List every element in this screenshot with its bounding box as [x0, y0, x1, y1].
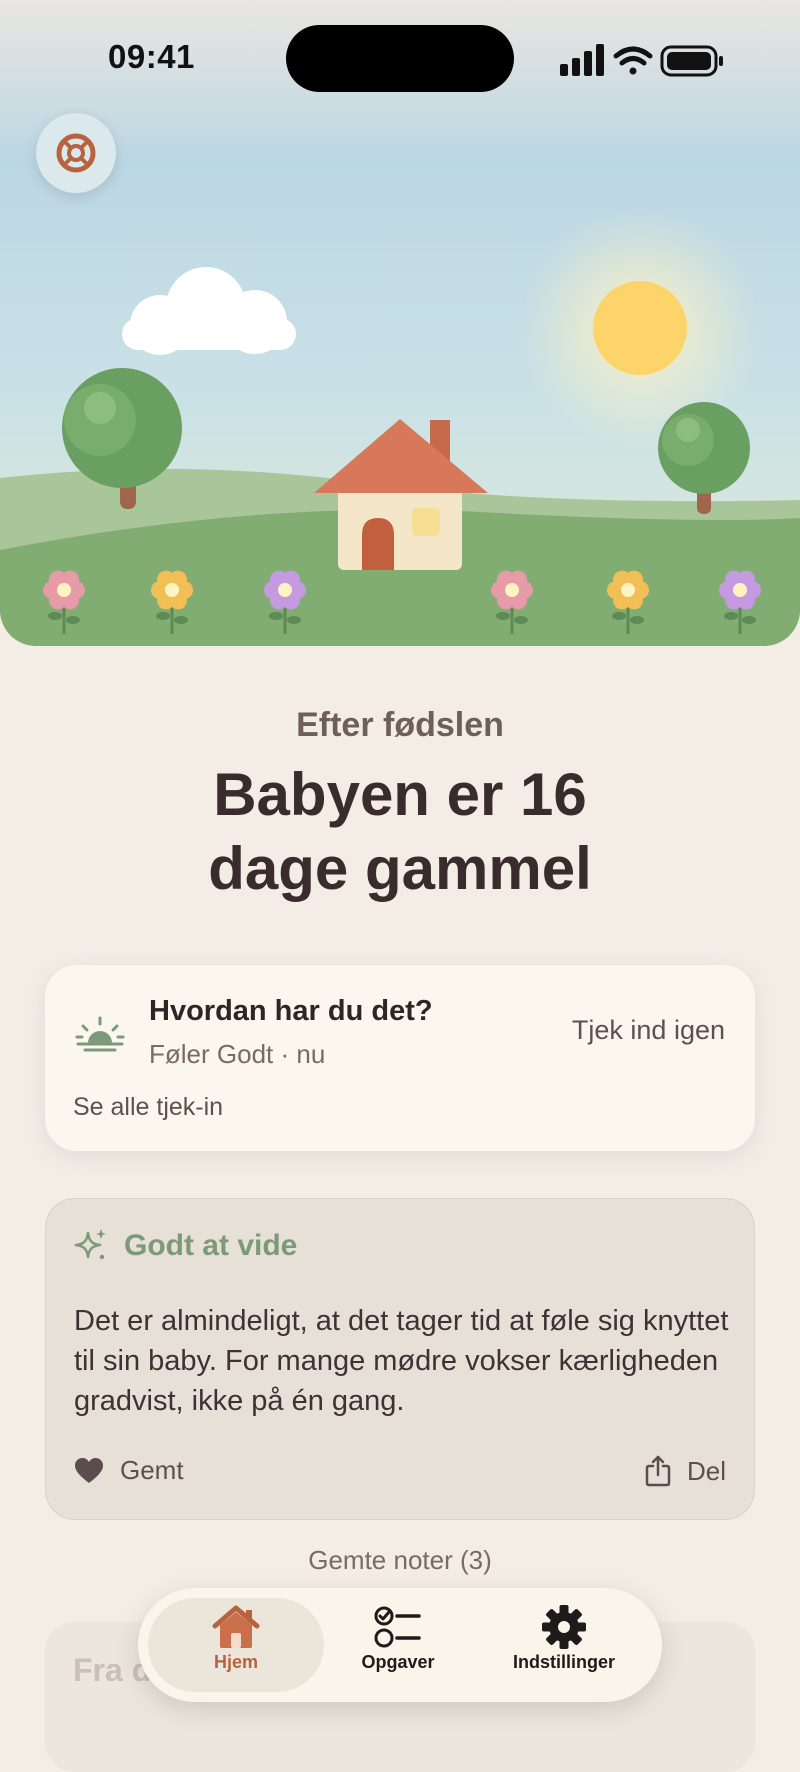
saved-notes-link[interactable]: Gemte noter (3) — [0, 1545, 800, 1576]
checkin-status: Føler Godt · nu — [149, 1039, 326, 1069]
sun — [593, 281, 687, 375]
see-all-checkins-link[interactable]: Se alle tjek-in — [73, 1093, 223, 1122]
saved-label: Gemt — [120, 1455, 184, 1485]
share-label: Del — [686, 1455, 726, 1486]
info-card-header: Godt at vide — [74, 1227, 297, 1265]
checkin-card[interactable]: Hvordan har du det? Føler Godt · nu Tjek… — [45, 965, 755, 1151]
tab-tasks[interactable]: Opgaver — [318, 1604, 478, 1688]
share-button[interactable]: Del — [645, 1455, 726, 1487]
tab-settings-label: Indstillinger — [512, 1652, 615, 1672]
tab-settings[interactable]: Indstillinger — [484, 1604, 644, 1688]
heart-icon — [75, 1457, 103, 1483]
checklist-icon — [374, 1606, 421, 1648]
sparkle-icon — [74, 1229, 106, 1260]
phase-subtitle: Efter fødslen — [296, 706, 504, 744]
battery-icon — [660, 45, 723, 77]
saved-button[interactable]: Gemt — [74, 1455, 184, 1486]
signal-icon — [560, 44, 604, 76]
page-title: Babyen er 16 dage gammel — [100, 758, 700, 906]
sunrise-icon — [75, 1016, 125, 1052]
share-icon — [645, 1455, 671, 1487]
good-to-know-card: Godt at vide Det er almindeligt, at det … — [45, 1198, 755, 1520]
tab-bar: Hjem Opgaver Indstillinger — [138, 1588, 662, 1702]
wifi-icon — [613, 46, 653, 75]
help-button[interactable] — [36, 113, 116, 193]
status-time: 09:41 — [108, 38, 195, 75]
home-icon — [212, 1605, 260, 1648]
info-card-title: Godt at vide — [124, 1229, 298, 1262]
gear-icon — [542, 1605, 586, 1649]
tab-home[interactable]: Hjem — [156, 1604, 316, 1688]
checkin-again-button[interactable]: Tjek ind igen — [572, 1015, 725, 1046]
status-bar: 09:41 — [0, 0, 800, 110]
tab-tasks-label: Opgaver — [361, 1652, 435, 1672]
lifebuoy-icon — [56, 133, 96, 173]
tab-home-label: Hjem — [213, 1652, 258, 1672]
info-card-body: Det er almindeligt, at det tager tid at … — [74, 1305, 729, 1417]
status-icons — [560, 44, 723, 77]
title-line-1: Babyen er 16 — [213, 761, 587, 828]
checkin-title: Hvordan har du det? — [149, 995, 433, 1027]
dynamic-island — [286, 25, 514, 92]
title-line-2: dage gammel — [208, 835, 592, 902]
